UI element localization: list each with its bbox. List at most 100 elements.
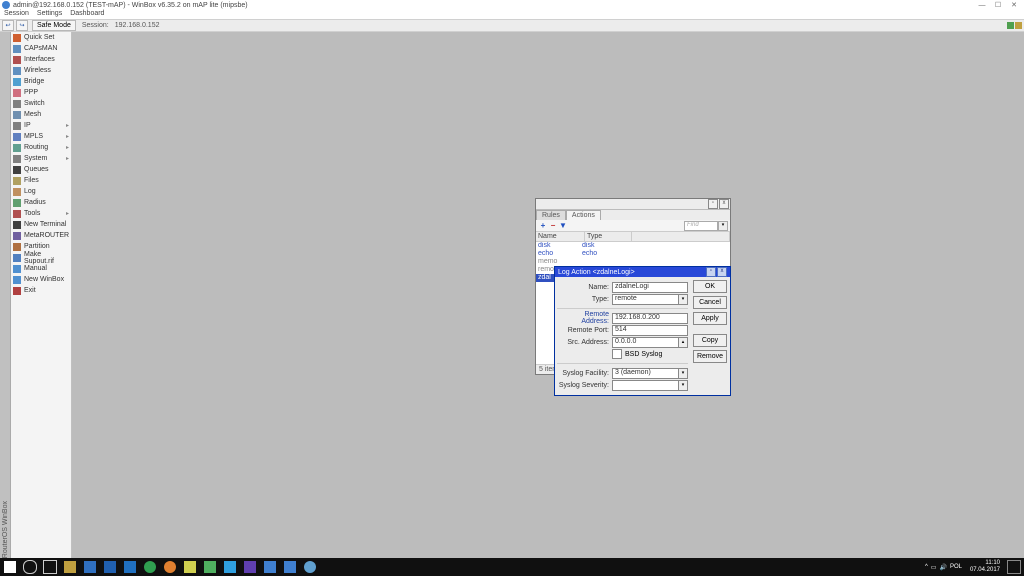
sidebar-item[interactable]: New Terminal: [11, 219, 71, 230]
sidebar-item[interactable]: Queues: [11, 164, 71, 175]
taskbar[interactable]: ^ ▭ 🔊 POL 11:10 07.04.2017: [0, 558, 1024, 576]
taskbar-app[interactable]: [280, 558, 300, 576]
taskbar-app[interactable]: [100, 558, 120, 576]
find-dropdown[interactable]: ▾: [718, 221, 728, 231]
copy-button[interactable]: Copy: [693, 334, 727, 347]
add-button[interactable]: +: [538, 221, 548, 230]
notification-icon[interactable]: [1004, 558, 1024, 576]
find-input[interactable]: Find: [684, 221, 718, 231]
close-button[interactable]: ✕: [1006, 1, 1022, 9]
menu-session[interactable]: Session: [4, 10, 29, 19]
sidebar-label: Partition: [24, 243, 50, 250]
filter-button[interactable]: ▼: [558, 221, 568, 230]
sidebar-item[interactable]: MetaROUTER: [11, 230, 71, 241]
tray-network-icon[interactable]: ▭: [931, 564, 937, 571]
sidebar-item[interactable]: Exit: [11, 285, 71, 296]
w1-close-button[interactable]: x: [719, 199, 729, 209]
window-titlebar: admin@192.168.0.152 (TEST-mAP) - WinBox …: [0, 0, 1024, 10]
taskbar-app[interactable]: [80, 558, 100, 576]
menu-settings[interactable]: Settings: [37, 10, 62, 19]
sidebar-label: IP: [24, 122, 31, 129]
taskbar-app[interactable]: [300, 558, 320, 576]
remote-address-input[interactable]: 192.168.0.200: [612, 313, 688, 324]
tray-volume-icon[interactable]: 🔊: [939, 564, 946, 571]
sidebar-item[interactable]: IP▸: [11, 120, 71, 131]
sidebar-icon: [13, 133, 21, 141]
sidebar-item[interactable]: Mesh: [11, 109, 71, 120]
remote-port-input[interactable]: 514: [612, 325, 688, 336]
list-row[interactable]: echoecho: [536, 250, 730, 258]
sidebar-item[interactable]: System▸: [11, 153, 71, 164]
sidebar-item[interactable]: CAPsMAN: [11, 43, 71, 54]
clock[interactable]: 11:10 07.04.2017: [966, 560, 1004, 574]
list-row[interactable]: memo: [536, 258, 730, 266]
start-button[interactable]: [0, 558, 20, 576]
w1-minimize-button[interactable]: ▫: [708, 199, 718, 209]
taskbar-app[interactable]: [160, 558, 180, 576]
sidebar-item[interactable]: PPP: [11, 87, 71, 98]
src-address-input[interactable]: 0.0.0.0: [612, 337, 679, 348]
sidebar-item[interactable]: Bridge: [11, 76, 71, 87]
sidebar-item[interactable]: Manual: [11, 263, 71, 274]
task-view-icon[interactable]: [40, 558, 60, 576]
search-icon[interactable]: [20, 558, 40, 576]
sidebar-item[interactable]: Tools▸: [11, 208, 71, 219]
sidebar-item[interactable]: Interfaces: [11, 54, 71, 65]
chevron-right-icon: ▸: [66, 133, 69, 140]
col-name[interactable]: Name: [536, 232, 585, 241]
facility-dropdown-icon[interactable]: ▾: [679, 368, 688, 379]
tray-lang[interactable]: POL: [950, 564, 962, 570]
taskbar-app[interactable]: [200, 558, 220, 576]
w2-minimize-button[interactable]: ▫: [706, 267, 716, 277]
sidebar-item[interactable]: Switch: [11, 98, 71, 109]
back-button[interactable]: ↩: [2, 20, 14, 31]
src-address-expand-icon[interactable]: ▴: [679, 337, 688, 348]
ok-button[interactable]: OK: [693, 280, 727, 293]
taskbar-app[interactable]: [260, 558, 280, 576]
safe-mode-button[interactable]: Safe Mode: [32, 20, 76, 31]
taskbar-app[interactable]: [180, 558, 200, 576]
list-row[interactable]: diskdisk: [536, 242, 730, 250]
forward-button[interactable]: ↪: [16, 20, 28, 31]
sidebar-item[interactable]: MPLS▸: [11, 131, 71, 142]
sidebar-item[interactable]: Routing▸: [11, 142, 71, 153]
sidebar-item[interactable]: Log: [11, 186, 71, 197]
menu-dashboard[interactable]: Dashboard: [70, 10, 104, 19]
tray-up-icon[interactable]: ^: [925, 564, 928, 570]
sidebar-item[interactable]: Wireless: [11, 65, 71, 76]
col-spacer: [632, 232, 730, 241]
sidebar-item[interactable]: Radius: [11, 197, 71, 208]
apply-button[interactable]: Apply: [693, 312, 727, 325]
taskbar-app[interactable]: [140, 558, 160, 576]
taskbar-app[interactable]: [220, 558, 240, 576]
severity-dropdown-icon[interactable]: ▾: [679, 380, 688, 391]
taskbar-app[interactable]: [120, 558, 140, 576]
syslog-facility-select[interactable]: 3 (daemon): [612, 368, 679, 379]
cancel-button[interactable]: Cancel: [693, 296, 727, 309]
status-flags: [1007, 22, 1022, 29]
sidebar-icon: [13, 221, 21, 229]
taskbar-app[interactable]: [60, 558, 80, 576]
maximize-button[interactable]: ☐: [990, 1, 1006, 9]
taskbar-app[interactable]: [240, 558, 260, 576]
type-dropdown-icon[interactable]: ▾: [679, 294, 688, 305]
sidebar-item[interactable]: Quick Set: [11, 32, 71, 43]
name-input[interactable]: zdalneLogi: [612, 282, 688, 293]
sidebar-item[interactable]: Make Supout.rif: [11, 252, 71, 263]
w2-close-button[interactable]: x: [717, 267, 727, 277]
tab-rules[interactable]: Rules: [536, 210, 566, 220]
remove-btn[interactable]: Remove: [693, 350, 727, 363]
tab-actions[interactable]: Actions: [566, 210, 601, 220]
syslog-severity-select[interactable]: [612, 380, 679, 391]
col-type[interactable]: Type: [585, 232, 632, 241]
minimize-button[interactable]: —: [974, 2, 990, 9]
bsd-syslog-checkbox[interactable]: [612, 349, 622, 359]
sidebar-item[interactable]: New WinBox: [11, 274, 71, 285]
remove-button[interactable]: −: [548, 221, 558, 230]
system-tray[interactable]: ^ ▭ 🔊 POL: [921, 564, 966, 571]
window-title: admin@192.168.0.152 (TEST-mAP) - WinBox …: [13, 2, 248, 9]
sidebar-icon: [13, 188, 21, 196]
type-select[interactable]: remote: [612, 294, 679, 305]
sidebar-item[interactable]: Files: [11, 175, 71, 186]
label-remote-port: Remote Port:: [557, 327, 612, 334]
